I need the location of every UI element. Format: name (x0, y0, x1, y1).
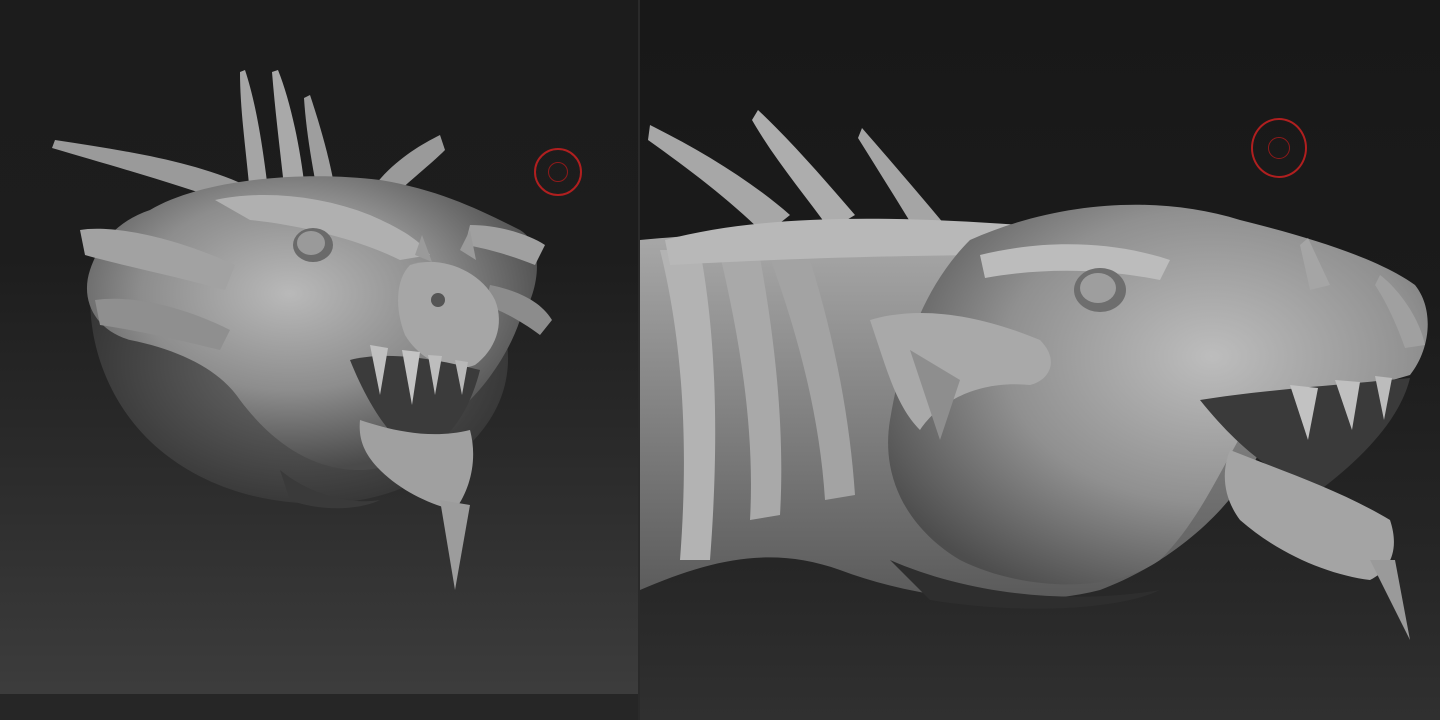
brush-cursor (534, 148, 582, 196)
brush-cursor (1251, 118, 1307, 178)
brush-cursor-inner (1268, 137, 1290, 159)
dragon-sculpt-side[interactable] (640, 0, 1440, 720)
viewport-bottom-bar (0, 694, 638, 720)
dragon-sculpt-front[interactable] (0, 0, 638, 720)
viewport-left[interactable] (0, 0, 638, 720)
brush-cursor-inner (548, 162, 568, 182)
viewport-right[interactable] (640, 0, 1440, 720)
